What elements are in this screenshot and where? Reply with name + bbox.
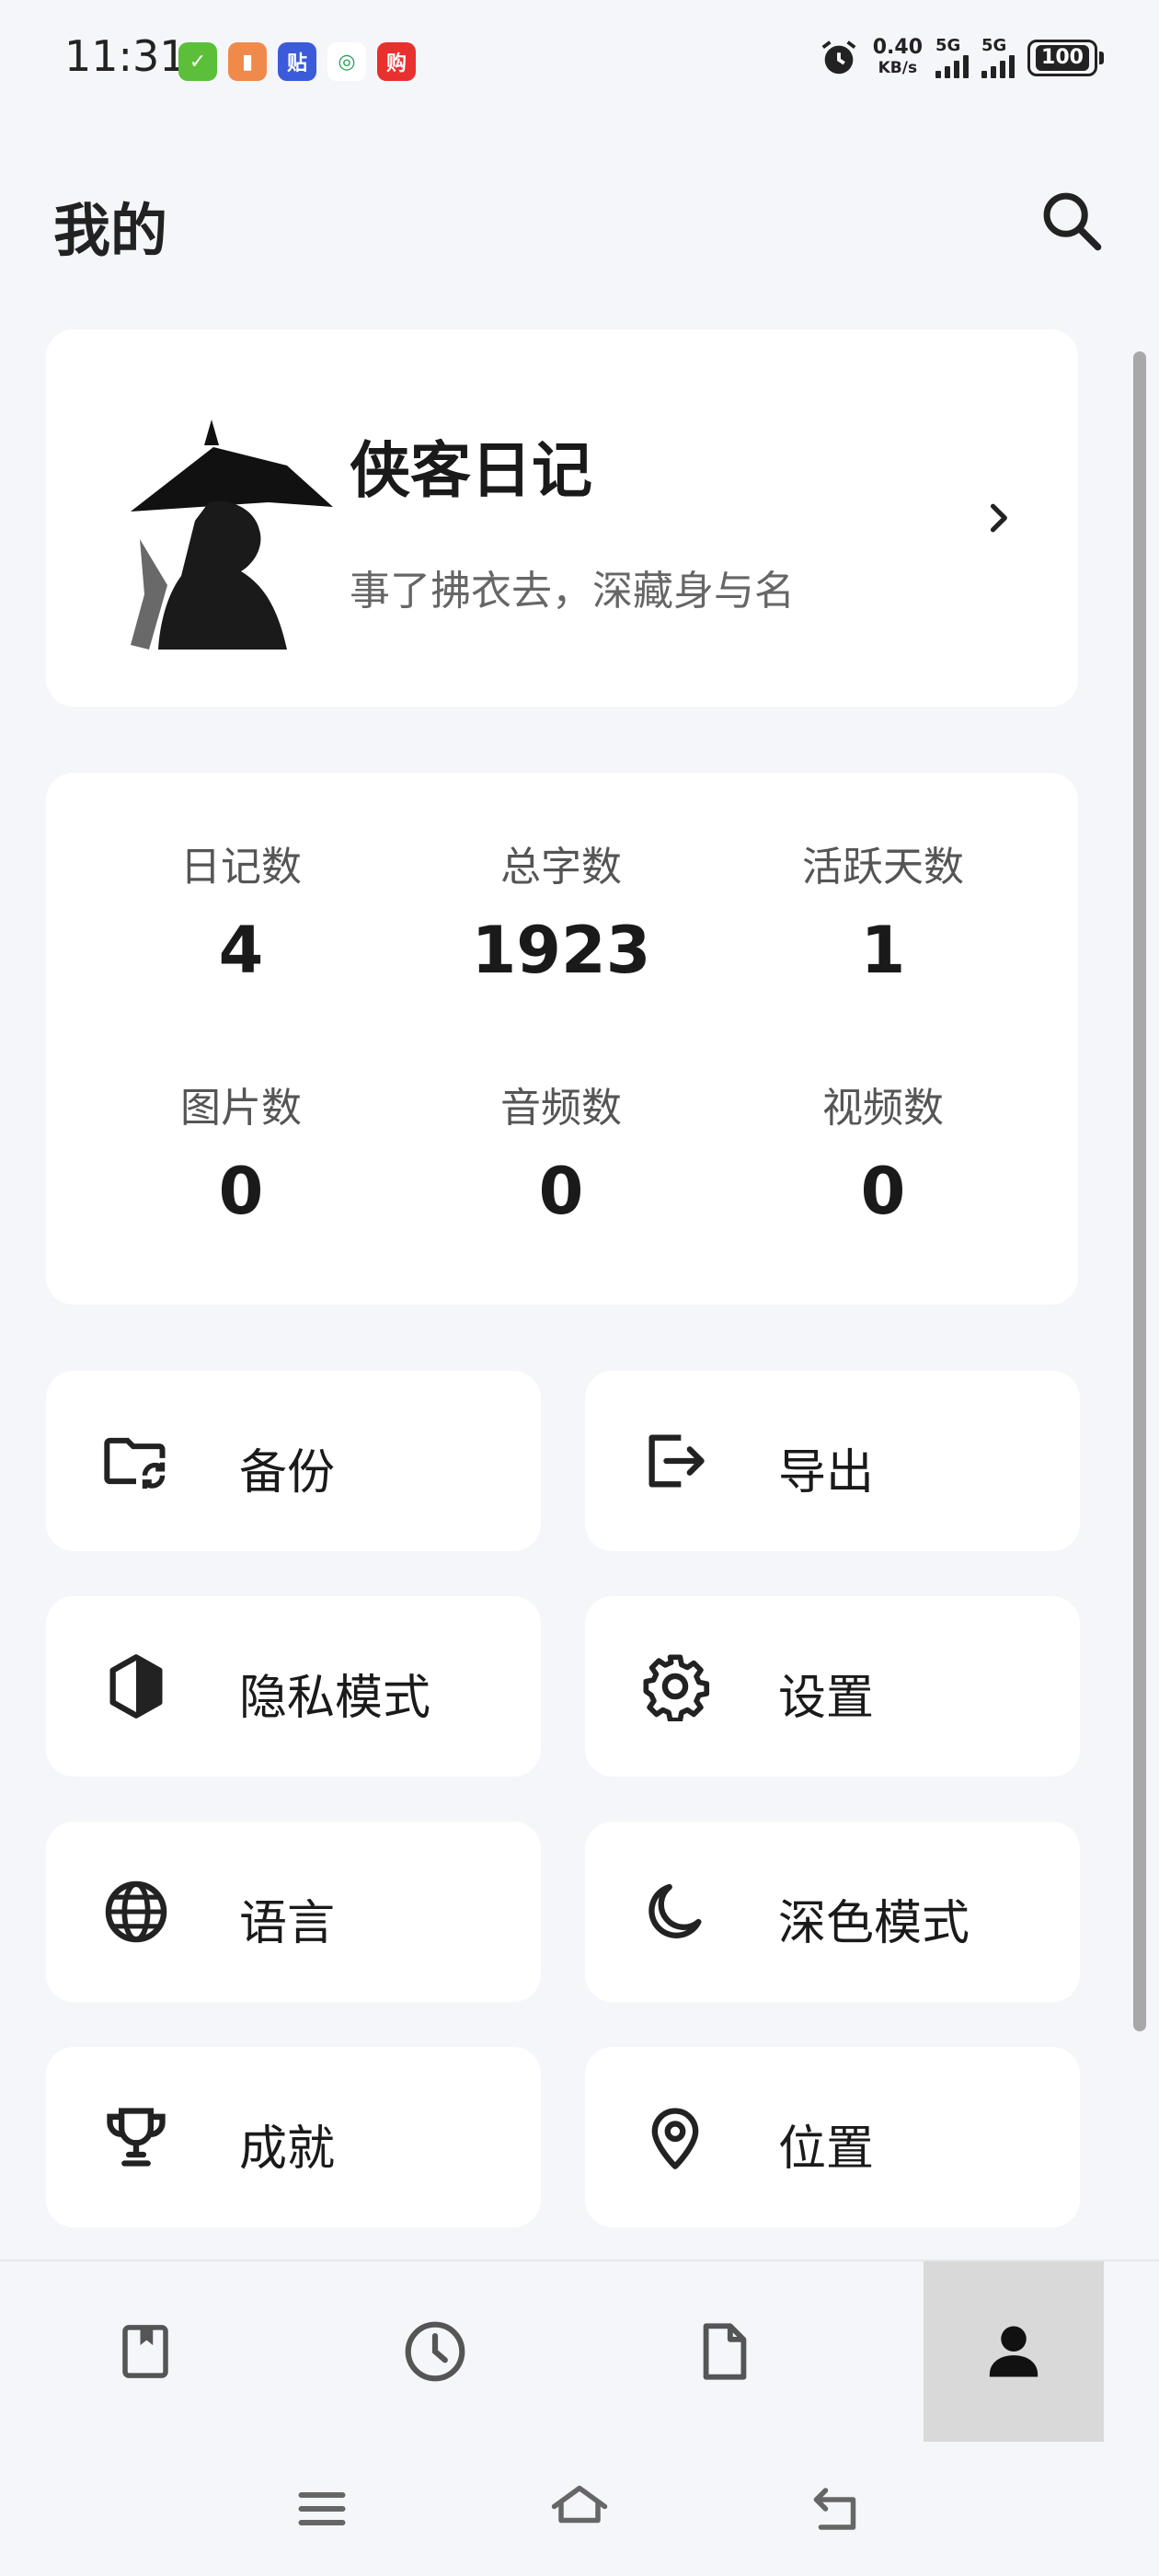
check-app-icon: ✓ xyxy=(178,42,217,81)
network-speed: 0.40 KB/s xyxy=(872,36,923,78)
status-bar: 11:31 ✓ ▮ 贴 ◎ 购 0.40 KB/s 5G 5G 100 xyxy=(0,0,1159,120)
search-button[interactable] xyxy=(1035,184,1108,258)
folder-sync-icon xyxy=(104,1437,166,1489)
home-icon xyxy=(551,2485,608,2524)
menu-export[interactable]: 导出 xyxy=(585,1371,1080,1551)
signal-icon: 5G xyxy=(935,38,969,78)
menu-lines-icon xyxy=(298,2492,346,2525)
location-pin-icon xyxy=(651,2108,699,2169)
page-title: 我的 xyxy=(53,197,168,264)
stat-image-count: 图片数 0 xyxy=(180,1085,302,1229)
nav-timeline[interactable] xyxy=(345,2261,525,2442)
profile-motto: 事了拂衣去，深藏身与名 xyxy=(350,568,795,615)
nav-profile[interactable] xyxy=(924,2261,1104,2442)
diary-book-icon xyxy=(122,2325,168,2378)
china-mobile-icon: ◎ xyxy=(327,42,366,81)
brush-app-icon: ▮ xyxy=(228,42,267,81)
avatar xyxy=(131,420,333,650)
alarm-icon xyxy=(821,40,856,75)
tieba-app-icon: 贴 xyxy=(278,42,316,81)
menu-dark-mode[interactable]: 深色模式 xyxy=(585,1822,1080,2002)
menu-language[interactable]: 语言 xyxy=(46,1822,541,2002)
trophy-icon xyxy=(107,2108,166,2167)
battery-icon: 100 xyxy=(1027,40,1104,76)
moon-icon xyxy=(648,1883,702,1938)
status-indicators: 0.40 KB/s 5G 5G 100 xyxy=(818,37,1104,79)
profile-name: 侠客日记 xyxy=(350,435,592,506)
menu-settings[interactable]: 设置 xyxy=(585,1596,1080,1777)
globe-icon xyxy=(105,1880,167,1943)
system-back-button[interactable] xyxy=(800,2477,874,2541)
system-menu-button[interactable] xyxy=(285,2477,359,2541)
shopping-app-icon: 购 xyxy=(377,42,416,81)
document-icon xyxy=(703,2323,747,2380)
status-time: 11:31 xyxy=(64,31,187,81)
menu-backup[interactable]: 备份 xyxy=(46,1371,541,1551)
stat-diary-count: 日记数 4 xyxy=(180,844,302,988)
stat-word-count: 总字数 1923 xyxy=(471,844,651,988)
person-icon xyxy=(989,2326,1039,2377)
search-icon xyxy=(1043,192,1102,251)
stat-video-count: 视频数 0 xyxy=(822,1085,944,1229)
signal-icon-2: 5G xyxy=(981,38,1015,78)
menu-achievements[interactable]: 成就 xyxy=(46,2047,541,2227)
nav-diary[interactable] xyxy=(55,2261,235,2442)
profile-card[interactable]: 侠客日记 事了拂衣去，深藏身与名 xyxy=(46,329,1078,707)
stats-card: 日记数 4 总字数 1923 活跃天数 1 图片数 0 音频数 0 视频数 0 xyxy=(46,773,1078,1305)
privacy-shield-icon xyxy=(109,1654,163,1719)
menu-location[interactable]: 位置 xyxy=(585,2047,1080,2227)
nav-documents[interactable] xyxy=(635,2261,815,2442)
system-nav-bar xyxy=(0,2440,1159,2576)
bottom-nav xyxy=(0,2260,1159,2442)
back-icon xyxy=(813,2488,856,2530)
profile-arrow[interactable] xyxy=(966,486,1030,550)
stat-active-days: 活跃天数 1 xyxy=(802,844,964,988)
scrollbar[interactable] xyxy=(1133,351,1146,2031)
chevron-right-icon xyxy=(990,503,1007,533)
clock-icon xyxy=(405,2321,465,2382)
stat-audio-count: 音频数 0 xyxy=(500,1085,622,1229)
menu-privacy-mode[interactable]: 隐私模式 xyxy=(46,1596,541,1777)
system-home-button[interactable] xyxy=(543,2477,616,2541)
export-icon xyxy=(648,1434,705,1488)
gear-icon xyxy=(643,1654,710,1721)
notification-icons: ✓ ▮ 贴 ◎ 购 xyxy=(178,42,416,81)
